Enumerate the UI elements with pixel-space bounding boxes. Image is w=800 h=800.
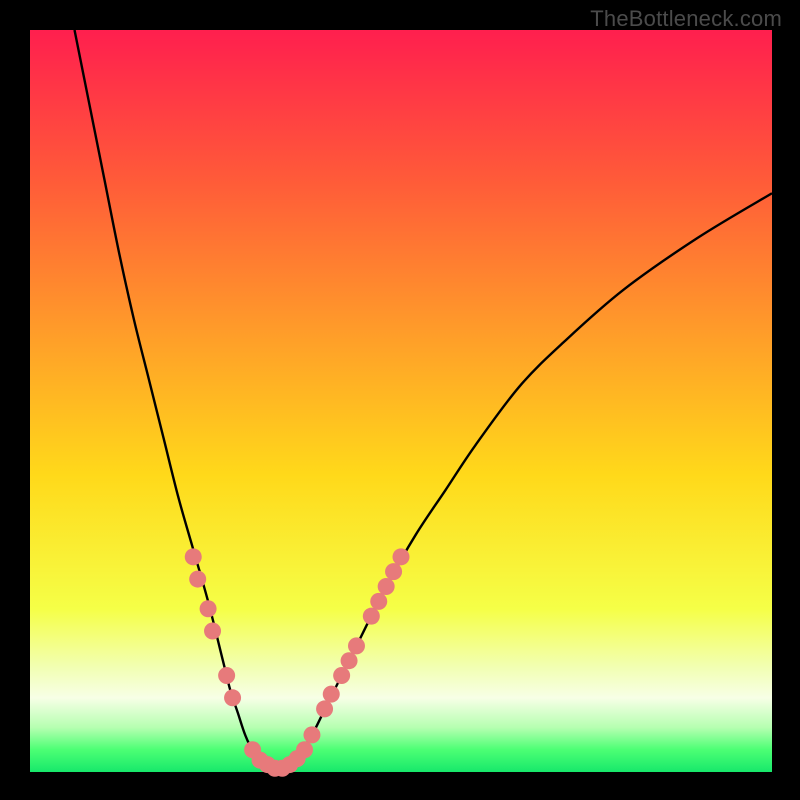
highlight-dot [370,593,387,610]
highlight-dot [218,667,235,684]
highlight-dot [341,652,358,669]
highlight-dot [296,741,313,758]
chart-stage: TheBottleneck.com [0,0,800,800]
highlight-dot [316,700,333,717]
highlight-dot [323,686,340,703]
highlight-dot [348,637,365,654]
highlight-dot [333,667,350,684]
highlight-dot [204,623,221,640]
highlight-dot [385,563,402,580]
bottleneck-chart [0,0,800,800]
highlight-dot [378,578,395,595]
highlight-dot [363,608,380,625]
highlight-dot [200,600,217,617]
highlight-dot [303,726,320,743]
highlight-dot [185,548,202,565]
watermark-text: TheBottleneck.com [590,6,782,32]
highlight-dot [189,571,206,588]
highlight-dot [393,548,410,565]
highlight-dot [224,689,241,706]
plot-background [30,30,772,772]
